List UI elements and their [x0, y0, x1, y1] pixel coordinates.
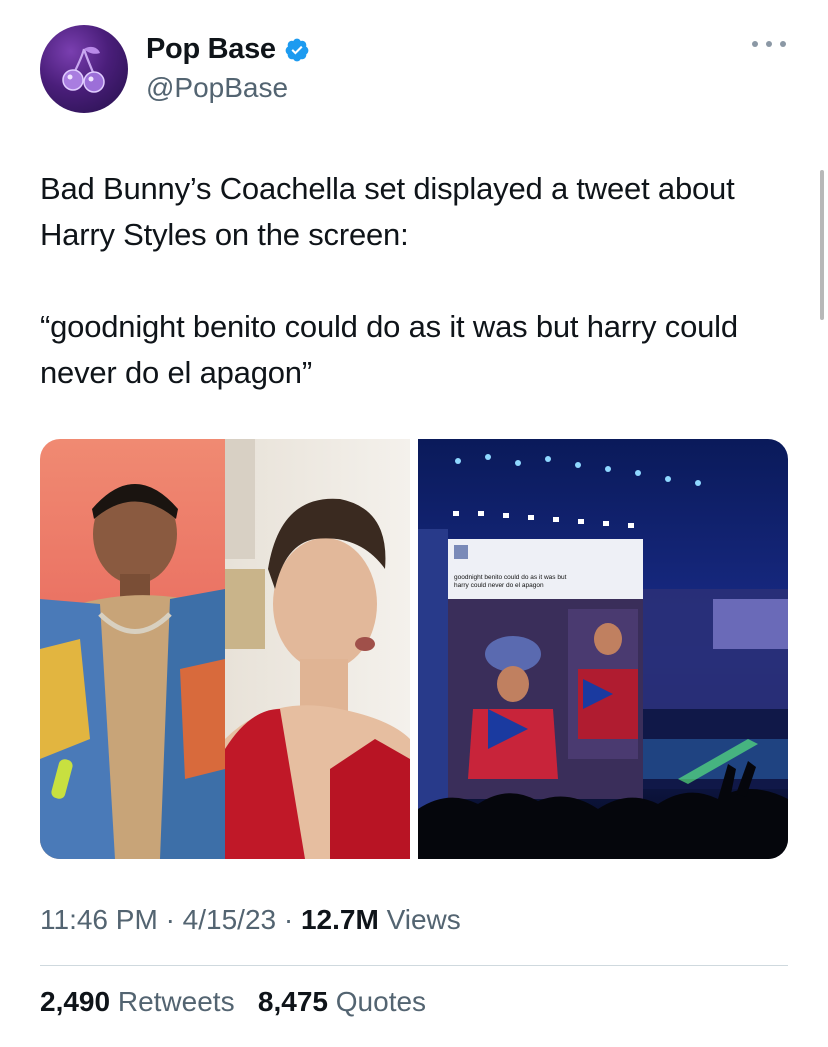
tweet-time[interactable]: 11:46 PM: [40, 904, 158, 935]
tweet-metadata: 11:46 PM · 4/15/23 · 12.7M Views: [40, 904, 461, 936]
views-count: 12.7M: [300, 904, 379, 935]
divider: [40, 965, 788, 966]
author-name-row[interactable]: Pop Base: [146, 33, 310, 66]
avatar[interactable]: [40, 25, 128, 113]
coachella-stage-screen-photo[interactable]: goodnight benito could do as it was but …: [418, 439, 788, 859]
cherry-icon: [62, 46, 105, 93]
retweets-label: Retweets: [117, 986, 235, 1017]
views-label: Views: [386, 904, 461, 935]
separator-dot: ·: [165, 904, 183, 935]
tweet-date[interactable]: 4/15/23: [183, 904, 276, 935]
engagement-stats: 2,490 Retweets 8,475 Quotes: [40, 986, 426, 1018]
dot: [752, 41, 758, 47]
dot: [780, 41, 786, 47]
quotes-label: Quotes: [335, 986, 427, 1017]
retweets-stat[interactable]: 2,490 Retweets: [40, 986, 242, 1017]
quotes-count: 8,475: [257, 986, 328, 1017]
author-name[interactable]: Pop Base: [146, 33, 276, 66]
tweet-text: Bad Bunny’s Coachella set displayed a tw…: [40, 166, 780, 396]
tweet-text-paragraph: Bad Bunny’s Coachella set displayed a tw…: [40, 171, 735, 252]
bad-bunny-and-harry-styles-photo[interactable]: [40, 439, 410, 859]
verified-badge-icon: [285, 38, 309, 61]
tweet-text-paragraph: “goodnight benito could do as it was but…: [40, 309, 738, 390]
separator-dot: ·: [283, 904, 301, 935]
tweet-media[interactable]: goodnight benito could do as it was but …: [40, 439, 788, 859]
concert-photo-illustration: goodnight benito could do as it was but …: [418, 439, 788, 859]
more-options-icon[interactable]: [752, 34, 786, 54]
author-handle[interactable]: @PopBase: [146, 72, 288, 104]
quotes-stat[interactable]: 8,475 Quotes: [258, 986, 426, 1017]
dot: [766, 41, 772, 47]
composite-photo-illustration: [40, 439, 410, 859]
retweets-count: 2,490: [40, 986, 111, 1017]
scrollbar[interactable]: [820, 170, 824, 320]
